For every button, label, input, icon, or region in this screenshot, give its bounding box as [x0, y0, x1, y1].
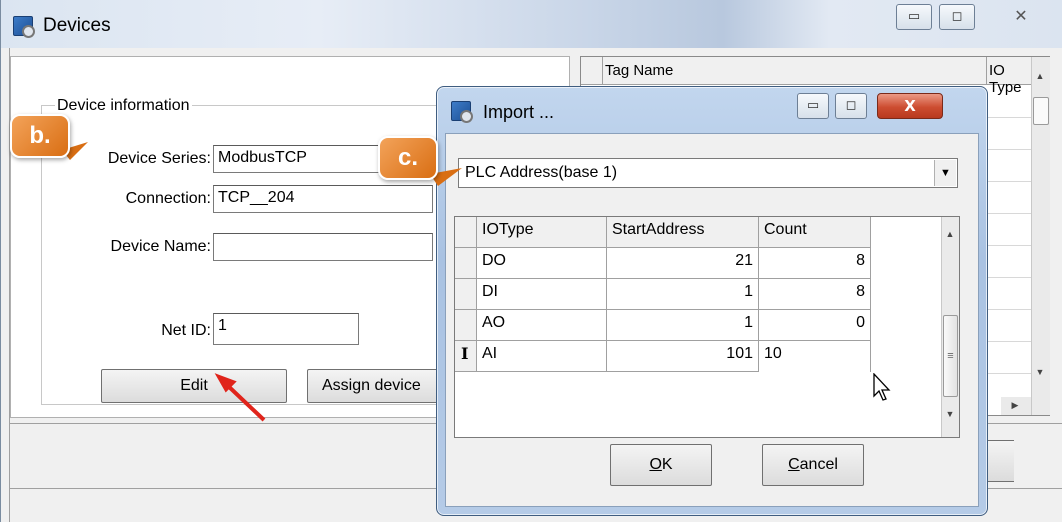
- device-info-group-label: Device information: [55, 97, 192, 115]
- startaddress-column-header[interactable]: StartAddress: [607, 217, 759, 248]
- scroll-down-arrow-icon[interactable]: ▼: [1032, 367, 1048, 377]
- import-app-icon: [451, 101, 473, 123]
- address-mode-select[interactable]: PLC Address(base 1) ▼: [458, 158, 958, 188]
- io-grid-vertical-scrollbar[interactable]: ▲ ≡ ▼: [941, 217, 959, 437]
- count-cell-editing[interactable]: 10: [759, 341, 871, 372]
- startaddress-cell[interactable]: 101: [607, 341, 759, 372]
- mouse-cursor-icon: [873, 373, 891, 401]
- import-maximize-button[interactable]: ◻: [835, 93, 867, 119]
- ok-button[interactable]: OK: [610, 444, 712, 486]
- cancel-label-rest: ancel: [799, 456, 838, 473]
- startaddress-cell[interactable]: 1: [607, 279, 759, 310]
- io-grid-scroll-thumb[interactable]: ≡: [943, 315, 958, 397]
- devices-titlebar[interactable]: Devices ▭ ◻ ✕: [1, 0, 1062, 48]
- ok-label-rest: K: [661, 456, 673, 473]
- tag-grid-header: Tag Name IO Type: [581, 57, 1032, 96]
- devices-app-icon: [13, 16, 35, 38]
- tag-grid-vertical-scrollbar[interactable]: ▲ ▼: [1031, 57, 1050, 415]
- row-indicator[interactable]: [455, 310, 477, 341]
- chevron-down-icon[interactable]: ▼: [934, 160, 956, 186]
- io-grid-corner: [455, 217, 477, 248]
- net-id-field[interactable]: 1: [213, 313, 359, 345]
- tag-grid-corner: [581, 57, 603, 85]
- scroll-up-arrow-icon[interactable]: ▲: [942, 229, 958, 239]
- net-id-label: Net ID:: [161, 322, 211, 339]
- maximize-button[interactable]: ◻: [939, 4, 975, 30]
- startaddress-cell[interactable]: 1: [607, 310, 759, 341]
- annotation-badge-b: b.: [10, 114, 70, 158]
- iotype-cell[interactable]: AO: [477, 310, 607, 341]
- row-indicator[interactable]: [455, 248, 477, 279]
- scroll-down-arrow-icon[interactable]: ▼: [942, 409, 958, 419]
- minimize-button[interactable]: ▭: [896, 4, 932, 30]
- count-cell[interactable]: 0: [759, 310, 871, 341]
- connection-field[interactable]: TCP__204: [213, 185, 433, 213]
- io-grid[interactable]: IOType StartAddress Count DO 21 8 DI 1 8…: [454, 216, 960, 438]
- count-cell[interactable]: 8: [759, 279, 871, 310]
- import-close-button[interactable]: X: [877, 93, 943, 119]
- scroll-up-arrow-icon[interactable]: ▲: [1032, 71, 1048, 81]
- device-name-field[interactable]: [213, 233, 433, 261]
- annotation-badge-c: c.: [378, 136, 438, 180]
- import-dialog-client: PLC Address(base 1) ▼ IOType StartAddres…: [445, 133, 979, 507]
- ok-accelerator: O: [649, 456, 662, 473]
- import-dialog-title: Import ...: [483, 102, 555, 122]
- close-button[interactable]: ✕: [983, 4, 1059, 30]
- count-column-header[interactable]: Count: [759, 217, 871, 248]
- count-cell[interactable]: 8: [759, 248, 871, 279]
- connection-label: Connection:: [125, 190, 211, 207]
- editing-row-indicator-icon[interactable]: I: [455, 341, 477, 372]
- device-name-label: Device Name:: [110, 238, 211, 255]
- tag-grid-scroll-thumb[interactable]: [1033, 97, 1049, 125]
- scroll-right-arrow-icon[interactable]: ▶: [1007, 400, 1023, 411]
- import-minimize-button[interactable]: ▭: [797, 93, 829, 119]
- tag-name-column-header[interactable]: Tag Name: [605, 62, 673, 79]
- io-type-column-header[interactable]: IO Type: [986, 57, 1032, 96]
- row-indicator[interactable]: [455, 279, 477, 310]
- tag-grid-horizontal-scrollbar[interactable]: ▶: [1001, 397, 1031, 415]
- import-dialog: Import ... ▭ ◻ X PLC Address(base 1) ▼ I…: [436, 86, 988, 516]
- address-mode-value: PLC Address(base 1): [465, 164, 618, 181]
- iotype-cell[interactable]: AI: [477, 341, 607, 372]
- cancel-button[interactable]: Cancel: [762, 444, 864, 486]
- devices-window-title: Devices: [43, 15, 111, 36]
- startaddress-cell[interactable]: 21: [607, 248, 759, 279]
- cancel-accelerator: C: [788, 456, 800, 473]
- iotype-column-header[interactable]: IOType: [477, 217, 607, 248]
- iotype-cell[interactable]: DO: [477, 248, 607, 279]
- edit-button[interactable]: Edit: [101, 369, 287, 403]
- iotype-cell[interactable]: DI: [477, 279, 607, 310]
